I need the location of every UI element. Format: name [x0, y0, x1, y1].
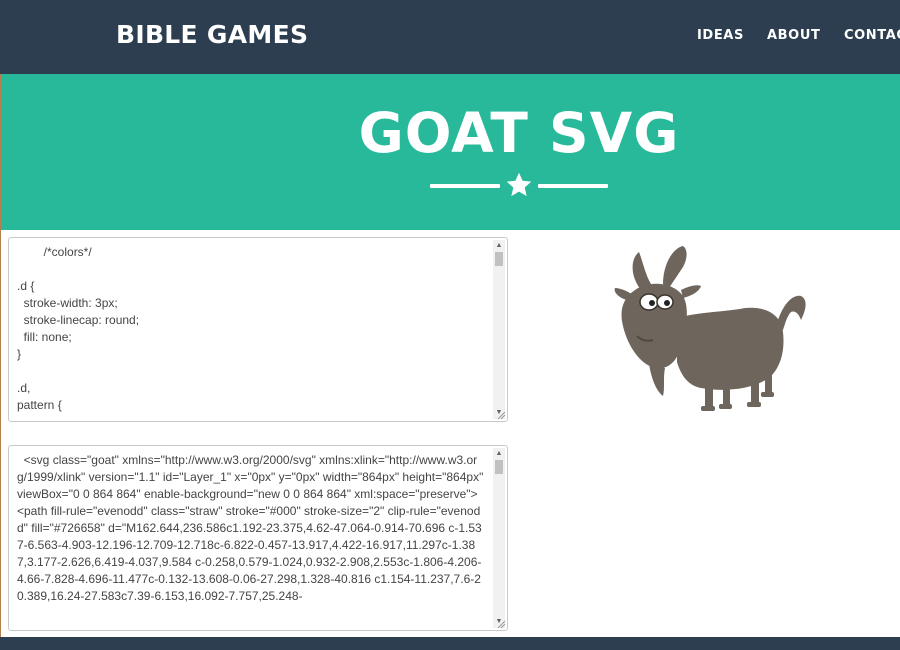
nav-link-ideas[interactable]: IDEAS — [697, 28, 744, 43]
divider-line-left — [430, 184, 500, 188]
navbar: BIBLE GAMES IDEAS ABOUT CONTACT — [0, 0, 900, 74]
css-textarea[interactable]: /*colors*/ .d { stroke-width: 3px; strok… — [8, 237, 508, 422]
nav-link-contact[interactable]: CONTACT — [844, 28, 900, 43]
svg-scrollbar[interactable]: ▲ ▼ — [493, 448, 505, 628]
goat-icon — [614, 246, 806, 411]
scroll-up-arrow-icon[interactable]: ▲ — [493, 240, 505, 252]
css-scrollbar[interactable]: ▲ ▼ — [493, 240, 505, 419]
star-divider — [430, 171, 608, 201]
scroll-thumb[interactable] — [495, 460, 503, 474]
svg-textarea[interactable]: <svg class="goat" xmlns="http://www.w3.o… — [8, 445, 508, 631]
divider-line-right — [538, 184, 608, 188]
resize-grip-icon[interactable] — [496, 410, 506, 420]
page-title: GOAT SVG — [358, 101, 680, 165]
scroll-up-arrow-icon[interactable]: ▲ — [493, 448, 505, 460]
nav-link-about[interactable]: ABOUT — [767, 28, 820, 43]
footer-strip — [0, 637, 900, 650]
hero-header: GOAT SVG — [0, 74, 900, 230]
svg-code[interactable]: <svg class="goat" xmlns="http://www.w3.o… — [17, 452, 485, 626]
left-edge-line — [0, 74, 1, 637]
css-code[interactable]: /*colors*/ .d { stroke-width: 3px; strok… — [17, 244, 485, 417]
scroll-thumb[interactable] — [495, 252, 503, 266]
star-icon — [506, 172, 532, 197]
brand-logo[interactable]: BIBLE GAMES — [116, 20, 308, 49]
resize-grip-icon[interactable] — [496, 619, 506, 629]
